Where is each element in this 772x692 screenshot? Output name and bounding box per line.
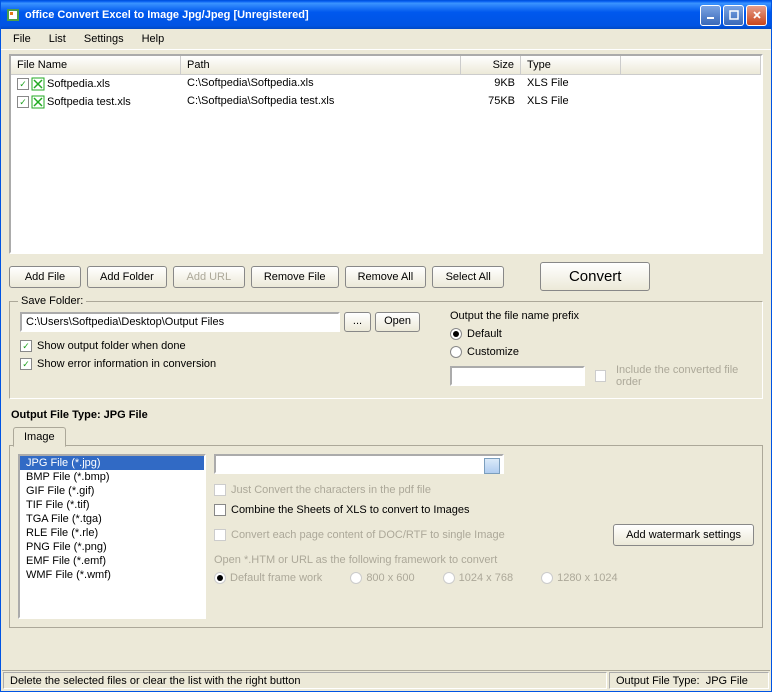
convert-button[interactable]: Convert — [540, 262, 650, 291]
framework-label: Open *.HTM or URL as the following frame… — [214, 554, 754, 566]
menu-list[interactable]: List — [41, 31, 74, 47]
file-list[interactable]: File Name Path Size Type ✓ Softpedia.xls C… — [9, 54, 763, 254]
select-all-button[interactable]: Select All — [432, 266, 504, 288]
include-order-label: Include the converted file order — [616, 364, 752, 388]
include-order-checkbox — [595, 370, 606, 382]
just-chars-checkbox — [214, 484, 226, 496]
watermark-button[interactable]: Add watermark settings — [613, 524, 754, 546]
open-folder-button[interactable]: Open — [375, 312, 420, 332]
browse-button[interactable]: ... — [344, 312, 371, 332]
minimize-button[interactable] — [700, 5, 721, 26]
table-row[interactable]: ✓ Softpedia.xls C:\Softpedia\Softpedia.xls… — [11, 75, 761, 93]
frame-800-radio — [350, 572, 362, 584]
file-type: XLS File — [521, 76, 621, 92]
add-url-button: Add URL — [173, 266, 245, 288]
frame-1024-radio — [443, 572, 455, 584]
maximize-button[interactable] — [723, 5, 744, 26]
frame-default-radio — [214, 572, 226, 584]
prefix-default-label: Default — [467, 328, 502, 340]
row-checkbox[interactable]: ✓ — [17, 96, 29, 108]
file-list-header: File Name Path Size Type — [11, 56, 761, 75]
format-item[interactable]: TGA File (*.tga) — [20, 512, 204, 526]
menu-file[interactable]: File — [5, 31, 39, 47]
prefix-input[interactable] — [450, 366, 585, 386]
show-output-checkbox[interactable]: ✓ — [20, 340, 32, 352]
format-item[interactable]: WMF File (*.wmf) — [20, 568, 204, 582]
col-spacer[interactable] — [621, 56, 761, 74]
prefix-customize-label: Customize — [467, 346, 519, 358]
xls-icon — [31, 77, 45, 91]
app-icon — [5, 7, 21, 23]
show-error-label: Show error information in conversion — [37, 358, 216, 370]
prefix-customize-radio[interactable] — [450, 346, 462, 358]
format-item[interactable]: PNG File (*.png) — [20, 540, 204, 554]
format-item[interactable]: GIF File (*.gif) — [20, 484, 204, 498]
options-combo[interactable] — [214, 454, 504, 474]
file-name: Softpedia test.xls — [47, 96, 131, 108]
col-type[interactable]: Type — [521, 56, 621, 74]
remove-file-button[interactable]: Remove File — [251, 266, 339, 288]
close-button[interactable] — [746, 5, 767, 26]
xls-icon — [31, 95, 45, 109]
remove-all-button[interactable]: Remove All — [345, 266, 427, 288]
show-output-label: Show output folder when done — [37, 340, 186, 352]
file-path: C:\Softpedia\Softpedia test.xls — [181, 94, 461, 110]
file-size: 9KB — [461, 76, 521, 92]
frame-1280-radio — [541, 572, 553, 584]
file-path: C:\Softpedia\Softpedia.xls — [181, 76, 461, 92]
combine-sheets-label: Combine the Sheets of XLS to convert to … — [231, 504, 469, 516]
each-page-checkbox — [214, 529, 226, 541]
each-page-label: Convert each page content of DOC/RTF to … — [231, 529, 505, 541]
window-title: office Convert Excel to Image Jpg/Jpeg [… — [25, 9, 700, 21]
menu-settings[interactable]: Settings — [76, 31, 132, 47]
col-filename[interactable]: File Name — [11, 56, 181, 74]
save-groupbox: Save Folder: ... Open ✓ Show output fold… — [9, 301, 763, 399]
menubar: File List Settings Help — [1, 29, 771, 50]
status-output-type: Output File Type: JPG File — [609, 672, 769, 689]
menu-help[interactable]: Help — [134, 31, 173, 47]
file-type: XLS File — [521, 94, 621, 110]
format-item[interactable]: TIF File (*.tif) — [20, 498, 204, 512]
add-file-button[interactable]: Add File — [9, 266, 81, 288]
combine-sheets-checkbox[interactable] — [214, 504, 226, 516]
prefix-default-radio[interactable] — [450, 328, 462, 340]
save-folder-label: Save Folder: — [18, 295, 86, 307]
format-item[interactable]: JPG File (*.jpg) — [20, 456, 204, 470]
format-item[interactable]: RLE File (*.rle) — [20, 526, 204, 540]
table-row[interactable]: ✓ Softpedia test.xls C:\Softpedia\Softpedi… — [11, 93, 761, 111]
save-path-input[interactable] — [20, 312, 340, 332]
col-path[interactable]: Path — [181, 56, 461, 74]
row-checkbox[interactable]: ✓ — [17, 78, 29, 90]
status-message: Delete the selected files or clear the l… — [3, 672, 607, 689]
prefix-title: Output the file name prefix — [450, 310, 752, 322]
file-name: Softpedia.xls — [47, 78, 110, 90]
col-size[interactable]: Size — [461, 56, 521, 74]
add-folder-button[interactable]: Add Folder — [87, 266, 167, 288]
tab-panel: JPG File (*.jpg)BMP File (*.bmp)GIF File… — [9, 445, 763, 628]
file-size: 75KB — [461, 94, 521, 110]
just-chars-label: Just Convert the characters in the pdf f… — [231, 484, 431, 496]
format-item[interactable]: EMF File (*.emf) — [20, 554, 204, 568]
statusbar: Delete the selected files or clear the l… — [2, 670, 770, 690]
show-error-checkbox[interactable]: ✓ — [20, 358, 32, 370]
titlebar[interactable]: office Convert Excel to Image Jpg/Jpeg [… — [1, 1, 771, 29]
tab-image[interactable]: Image — [13, 427, 66, 447]
output-type-label: Output File Type: JPG File — [9, 409, 763, 421]
format-item[interactable]: BMP File (*.bmp) — [20, 470, 204, 484]
format-list[interactable]: JPG File (*.jpg)BMP File (*.bmp)GIF File… — [18, 454, 206, 619]
